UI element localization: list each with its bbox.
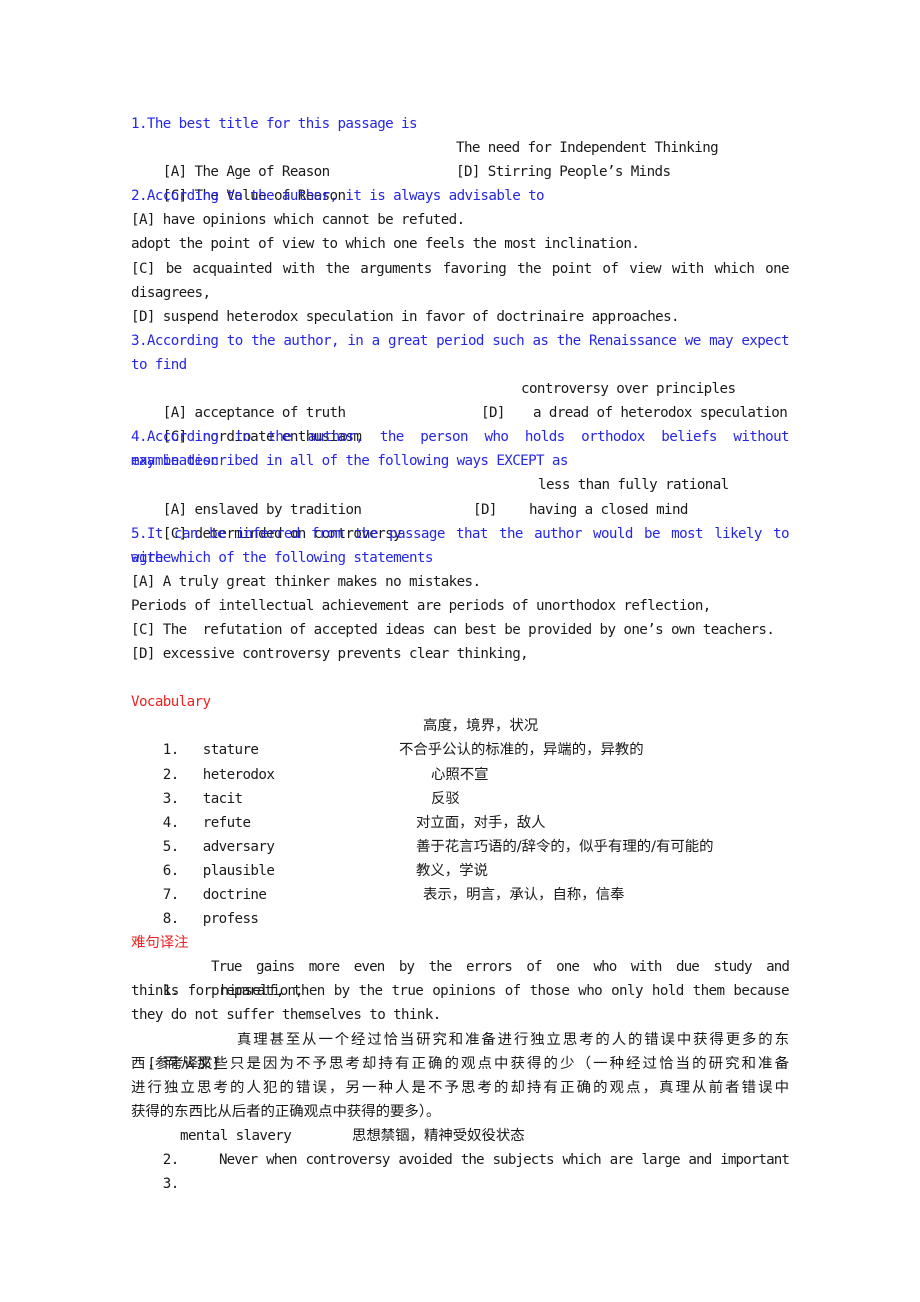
option-c: [C] The refutation of accepted ideas can… [131, 621, 775, 638]
reference-translation-line-1: [参考译文] 真理甚至从一个经过恰当研究和准备进行独立思考的人的错误中获得更多的… [131, 1028, 789, 1072]
vocab-item: 3. tacit 心照不宣 [131, 763, 789, 807]
reference-translation-line-2: 西，而从那些只是因为不予思考却持有正确的观点中获得的少（一种经过恰当的研究和准备 [131, 1055, 789, 1072]
option-c-line-2: disagrees, [131, 284, 211, 301]
vocab-meaning: 高度，境界，状况 [423, 718, 539, 735]
option-b: The need for Independent Thinking [456, 140, 719, 157]
vocab-meaning: 对立面，对手，敌人 [416, 814, 546, 831]
sentence-1-line-2: thinks for himself, then by the true opi… [131, 983, 790, 1000]
question-1-options-row-1: [A] The Age of Reason The need for Indep… [131, 136, 789, 180]
option-d: [D] suspend heterodox speculation in fav… [131, 308, 680, 325]
vocab-meaning: 善于花言巧语的/辞令的，似乎有理的/有可能的 [416, 838, 714, 855]
question-2-prompt: 2.According to the author, it is always … [131, 188, 545, 205]
vocab-item: 8. profess 表示，明言，承认，自称，信奉 [131, 883, 789, 927]
option-b: less than fully rational [538, 477, 729, 494]
reference-translation-text: 真理甚至从一个经过恰当研究和准备进行独立思考的人的错误中获得更多的东 [237, 1031, 789, 1048]
vocab-meaning: 表示，明言，承认，自称，信奉 [423, 887, 625, 903]
vocab-meaning: 反驳 [431, 790, 460, 807]
reference-translation-line-3: 进行独立思考的人犯的错误，另一种人是不予思考的却持有正确的观点，真理从前者错误中 [131, 1079, 789, 1096]
document-page: 1.The best title for this passage is [A]… [131, 112, 790, 1192]
vocab-item: 1. stature 高度，境界，状况 [131, 714, 789, 758]
vocab-item: 7. doctrine 教义，学说 [131, 859, 789, 903]
question-3-options-row-2: [C] inordinate enthusiasm [D] a dread of… [131, 401, 789, 445]
question-5-prompt-line-2: with which of the following statements [131, 549, 433, 566]
option-d: having a closed mind [529, 501, 688, 518]
sentence-meaning: 思想禁锢，精神受奴役状态 [352, 1127, 525, 1144]
vocab-meaning: 不合乎公认的标准的，异端的，异教的 [399, 742, 644, 759]
question-4-prompt-line-1: 4.According to the author, the person wh… [131, 429, 790, 470]
option-d-label: [D] [473, 501, 497, 518]
question-4-options-row-1: [A] enslaved by tradition less than full… [131, 473, 789, 517]
sentence-text: Never when controversy avoided the subje… [219, 1152, 790, 1169]
question-1-options-row-2: [C] The Value of Reason [D] Stirring Peo… [131, 160, 789, 204]
question-1-prompt: 1.The best title for this passage is [131, 116, 418, 132]
vocab-meaning: 教义，学说 [416, 862, 488, 879]
option-c-line-1: [C] be acquainted with the arguments fav… [131, 260, 790, 277]
question-4-options-row-2: [C] determinded on controversy [D] havin… [131, 498, 789, 542]
sentence-1-line-3: they do not suffer themselves to think. [131, 1007, 441, 1024]
vocab-meaning: 心照不宣 [431, 766, 489, 783]
option-d: [D] Stirring People’s Minds [456, 164, 671, 181]
option-a: [A] A truly great thinker makes no mista… [131, 573, 481, 590]
sentence-1-line-1: 1. True gains more even by the errors of… [131, 955, 790, 999]
option-a: [A] have opinions which cannot be refute… [131, 212, 465, 229]
vocab-term: profess [202, 911, 259, 928]
sentence-3-line-1: 3. Never when controversy avoided the su… [131, 1148, 790, 1192]
option-b: controversy over principles [521, 381, 736, 398]
sentence-number: 3. [162, 1176, 179, 1193]
question-4-prompt-line-2: may be described in all of the following… [131, 453, 568, 470]
sentence-term: mental slavery [180, 1127, 292, 1144]
vocab-item: 6. plausible 善于花言巧语的/辞令的，似乎有理的/有可能的 [131, 835, 789, 879]
question-3-prompt-line-1: 3.According to the author, in a great pe… [131, 332, 790, 349]
question-3-prompt-line-2: to find [131, 356, 187, 373]
sentence-2: 2. mental slavery 思想禁锢，精神受奴役状态 [131, 1124, 789, 1168]
vocab-number: 8. [162, 911, 179, 928]
question-3-options-row-1: [A] acceptance of truth controversy over… [131, 377, 789, 421]
vocab-item: 5. adversary 对立面，对手，敌人 [131, 811, 789, 855]
vocab-item: 4. refute 反驳 [131, 787, 789, 831]
option-d: a dread of heterodox speculation [533, 405, 788, 422]
option-b: adopt the point of view to which one fee… [131, 236, 640, 253]
option-b: Periods of intellectual achievement are … [131, 597, 711, 614]
question-5-prompt-line-1: 5.It can be inferred from the passage th… [131, 525, 790, 566]
vocab-item: 2. heterodox 不合乎公认的标准的，异端的，异教的 [131, 738, 789, 782]
difficult-sentences-heading: 难句译注 [131, 935, 189, 952]
option-d: [D] excessive controversy prevents clear… [131, 646, 529, 663]
vocabulary-heading: Vocabulary [131, 694, 211, 711]
reference-translation-line-4: 获得的东西比从后者的正确观点中获得的要多）。 [131, 1103, 441, 1120]
option-d-label: [D] [481, 405, 505, 422]
